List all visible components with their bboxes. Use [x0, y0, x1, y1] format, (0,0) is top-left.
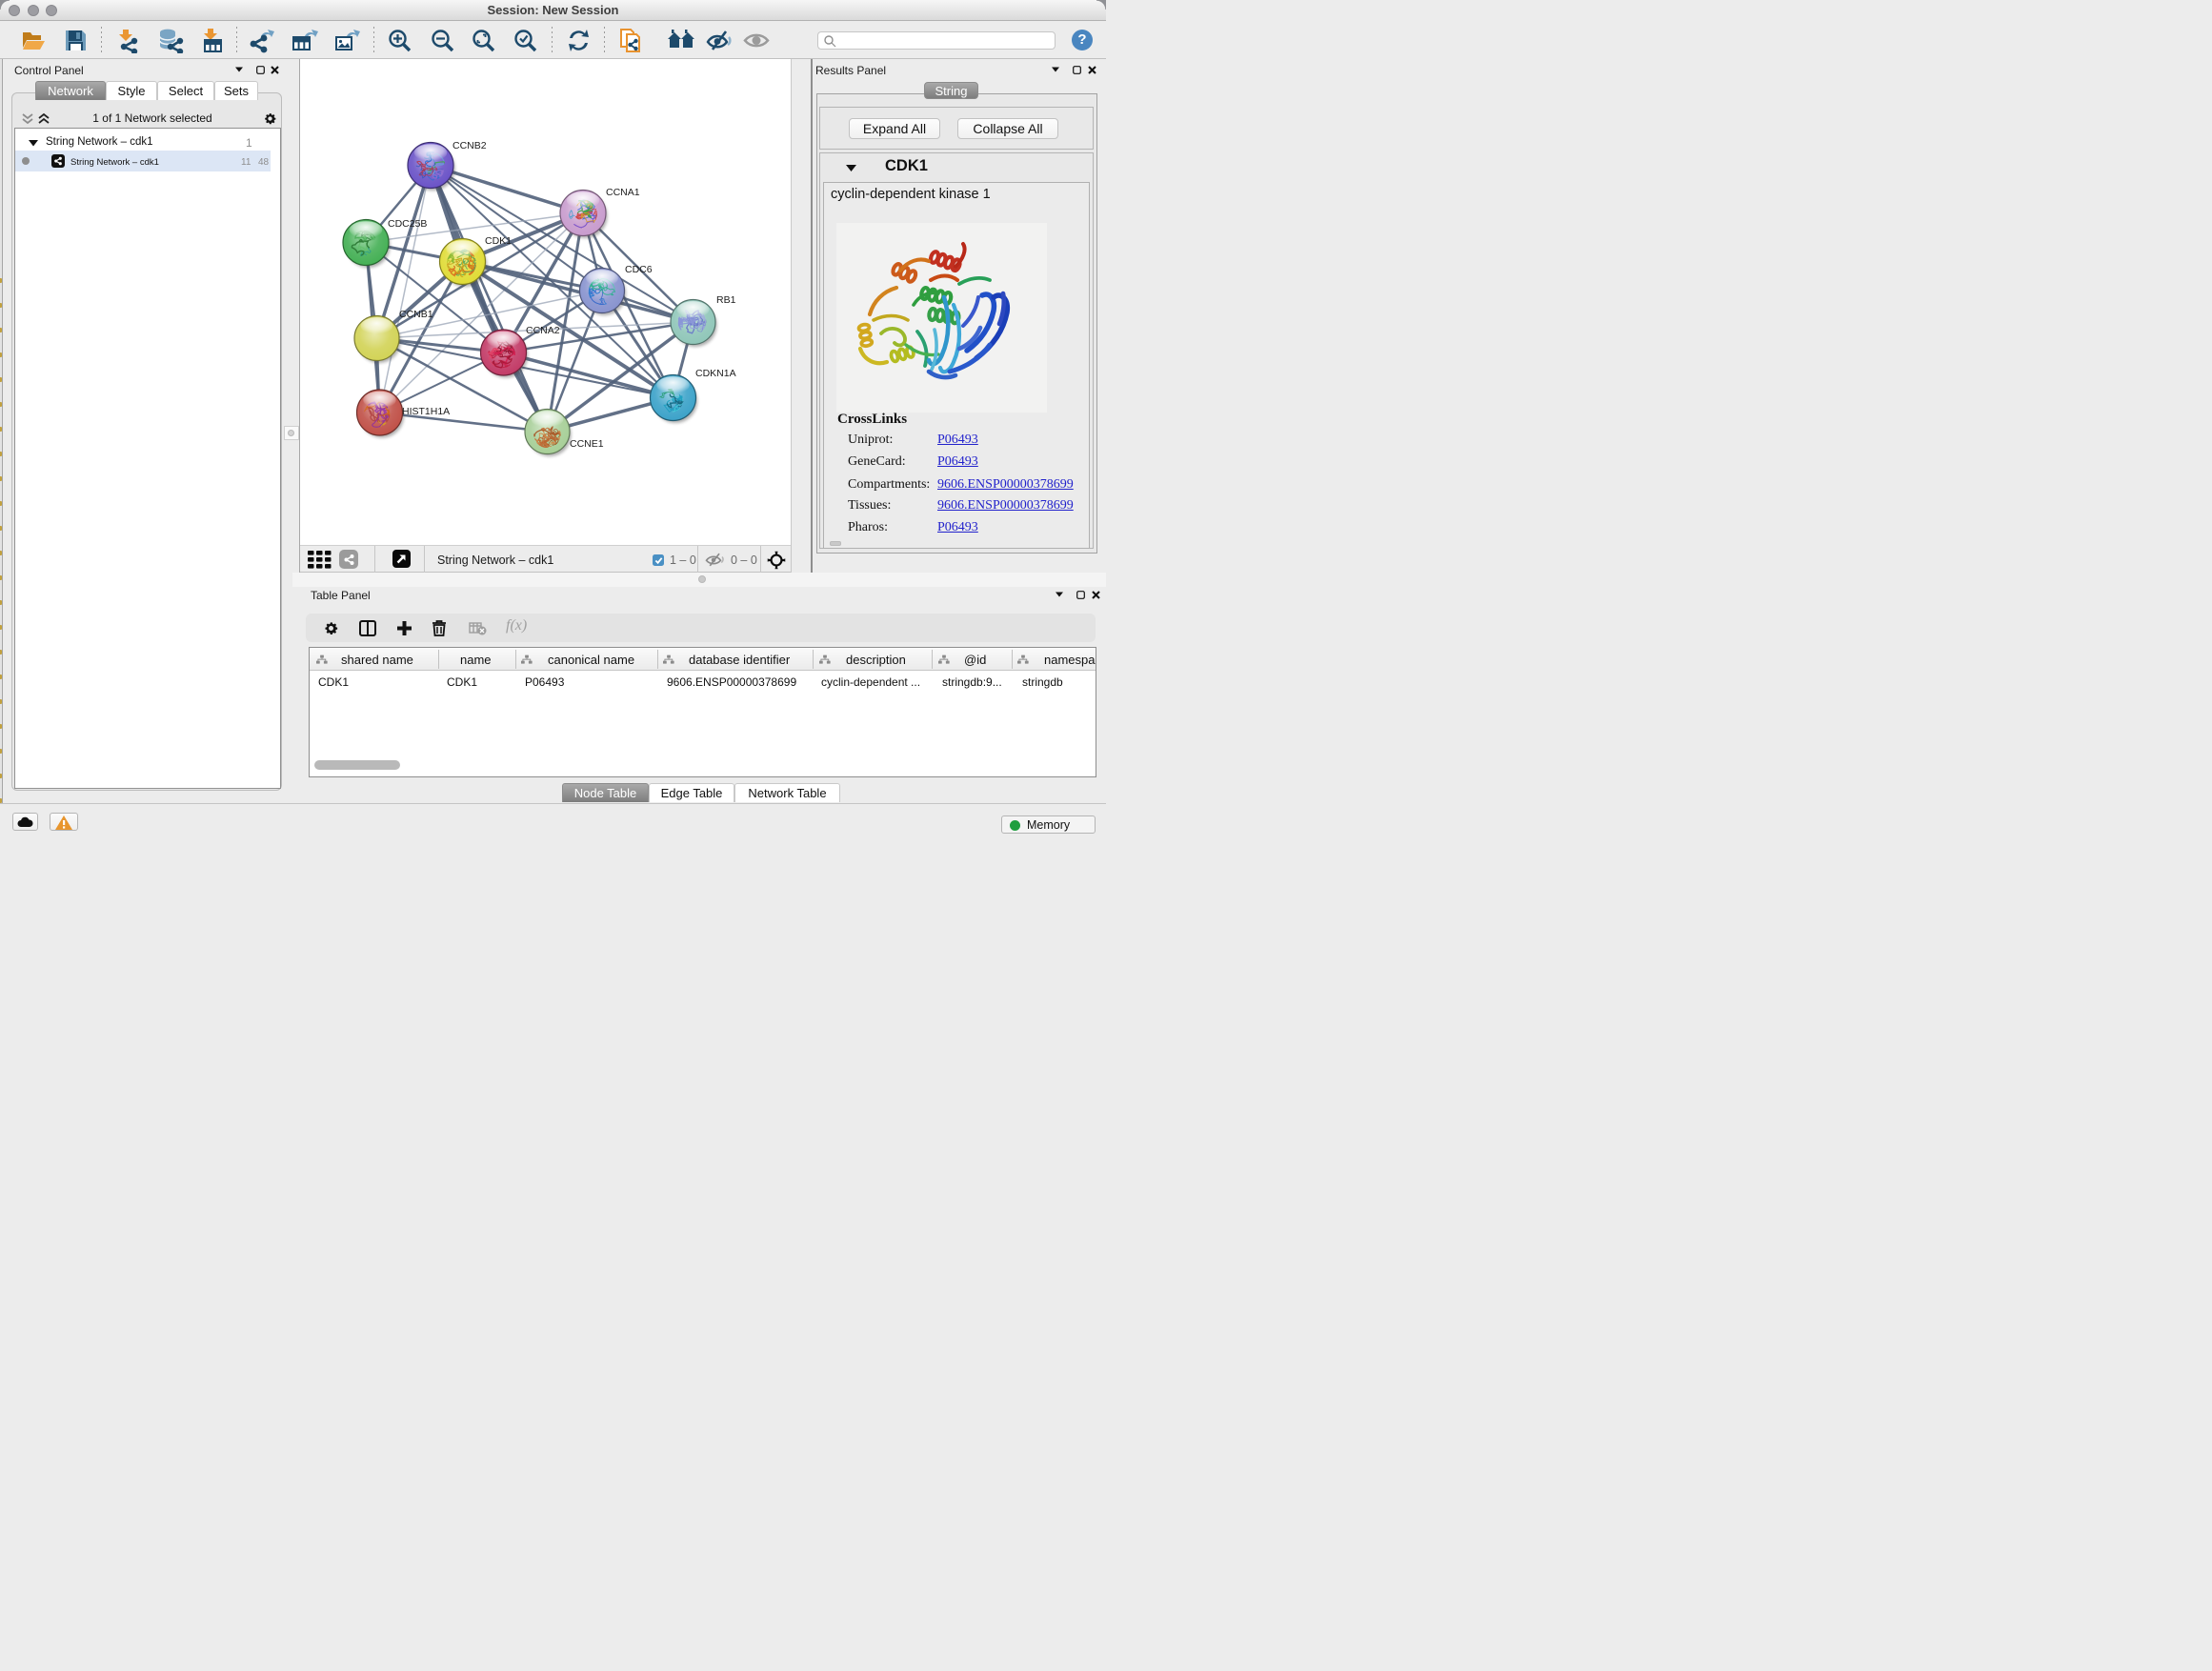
svg-text:CDC6: CDC6	[625, 264, 653, 275]
svg-text:RB1: RB1	[716, 294, 736, 306]
svg-text:CDKN1A: CDKN1A	[695, 368, 736, 379]
svg-text:CCNE1: CCNE1	[570, 438, 604, 450]
svg-text:CDC25B: CDC25B	[388, 218, 427, 230]
svg-text:CCNA2: CCNA2	[526, 325, 560, 336]
svg-text:CCNB2: CCNB2	[452, 140, 487, 151]
svg-text:CDK1: CDK1	[485, 235, 512, 247]
svg-text:CCNB1: CCNB1	[399, 309, 433, 320]
svg-text:HIST1H1A: HIST1H1A	[402, 406, 450, 417]
svg-text:CCNA1: CCNA1	[606, 187, 640, 198]
